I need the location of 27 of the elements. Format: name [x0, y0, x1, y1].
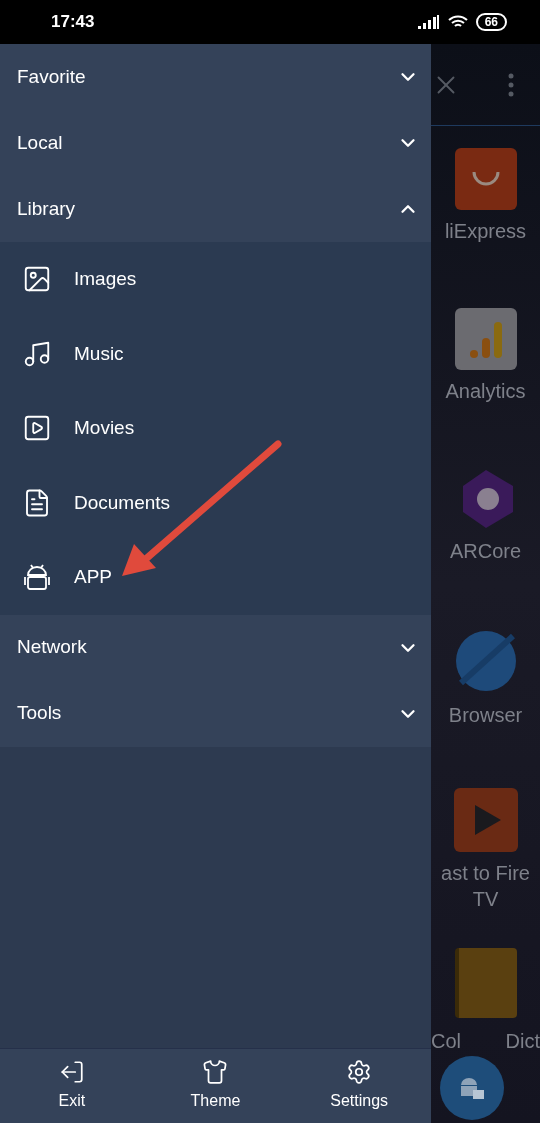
settings-icon	[346, 1059, 373, 1085]
app-label: ARCore	[448, 539, 523, 564]
app-label: Col	[431, 1029, 461, 1054]
footer-button[interactable]: Exit	[0, 1049, 144, 1123]
app-icon	[454, 948, 517, 1018]
clock: 17:43	[51, 11, 95, 34]
footer-button[interactable]: Theme	[143, 1049, 288, 1123]
more-icon	[508, 72, 514, 97]
footer-button[interactable]: Settings	[287, 1049, 431, 1123]
shirt-icon	[202, 1059, 229, 1085]
signal-icon	[417, 15, 440, 29]
app-icon	[453, 788, 518, 852]
drawer-section-header[interactable]: Local	[0, 110, 431, 176]
android-icon	[22, 562, 52, 593]
drawer-section-header[interactable]: Tools	[0, 680, 431, 747]
app-label: ast to Fire TV	[440, 861, 531, 912]
android-lock-icon	[459, 1076, 485, 1100]
app-label: Analytics	[444, 379, 527, 404]
battery-indicator: 66	[475, 13, 507, 31]
drawer-section-header[interactable]: Favorite	[0, 44, 431, 110]
drawer-section-header[interactable]: Library	[0, 176, 431, 242]
app-icon	[454, 148, 517, 210]
app-label: Dict	[505, 1029, 540, 1054]
app-icon	[454, 308, 517, 370]
app-label: Browser	[447, 703, 524, 728]
drawer-section-header[interactable]: Network	[0, 614, 431, 681]
app-label: liExpress	[443, 219, 528, 244]
